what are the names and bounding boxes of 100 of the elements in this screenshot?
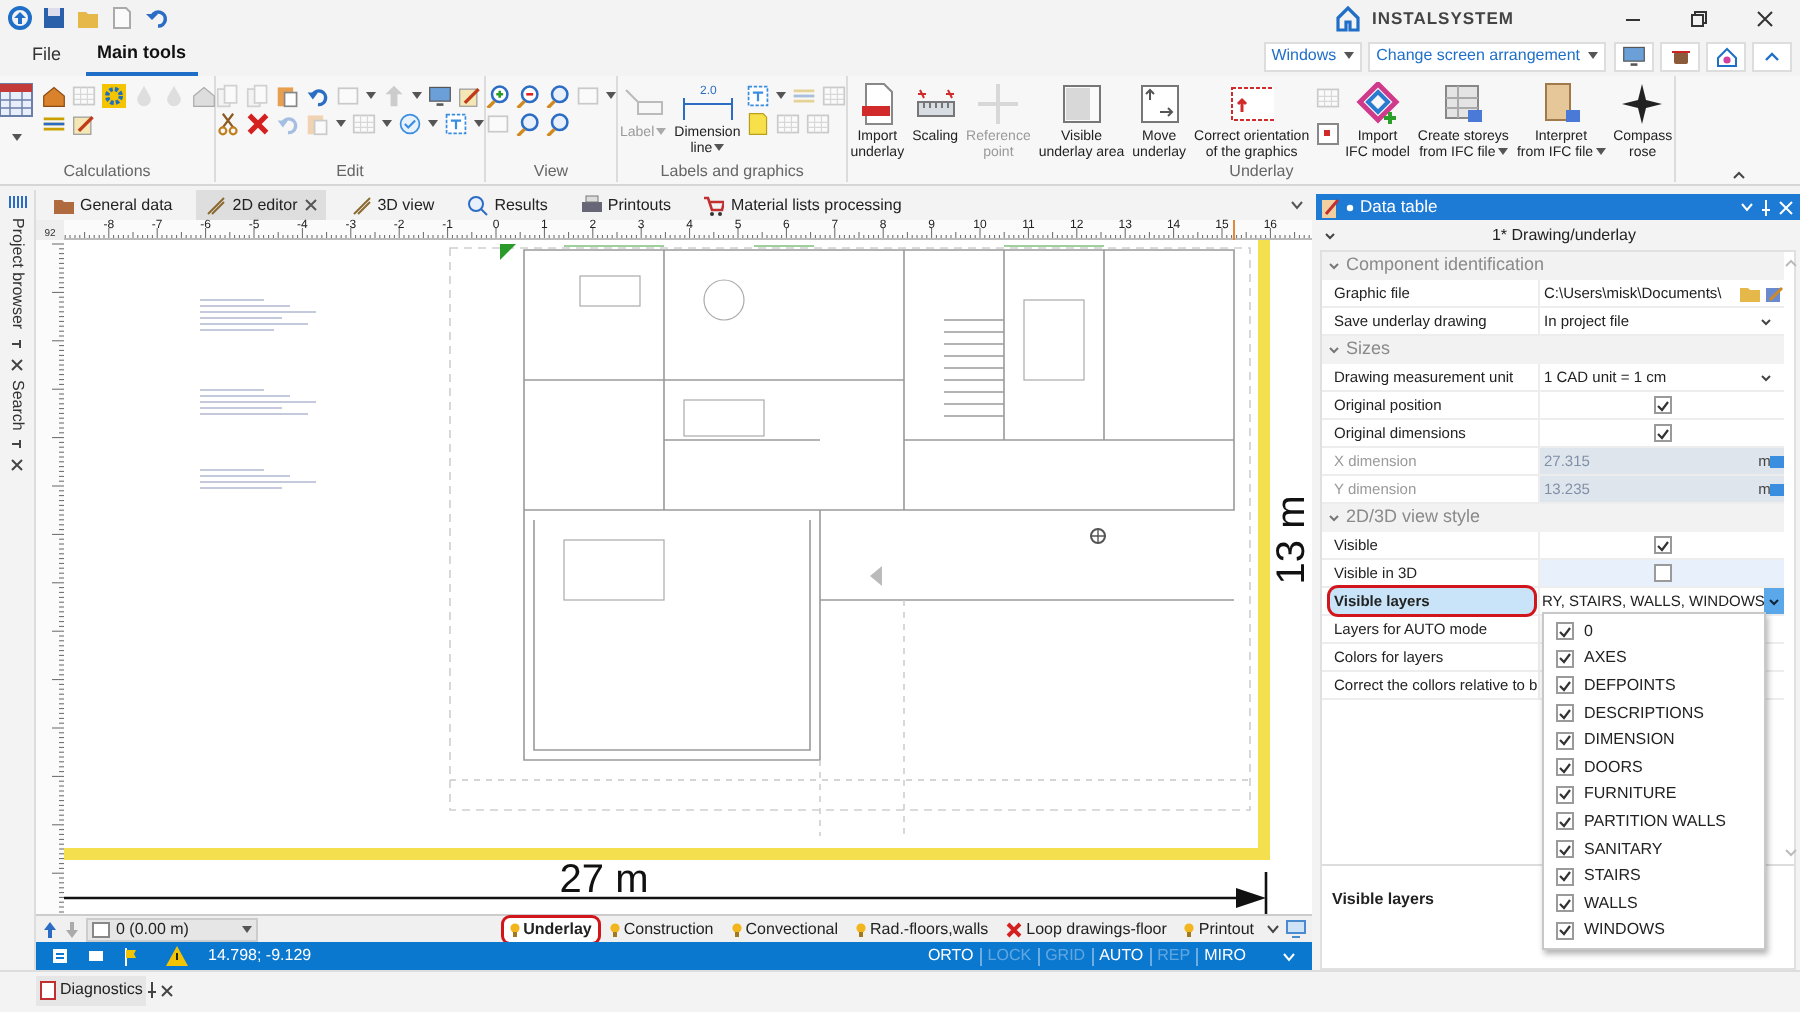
zoom-icon[interactable] — [516, 112, 540, 136]
text-box-icon[interactable] — [444, 112, 468, 136]
caret-icon[interactable] — [474, 120, 484, 128]
checkbox[interactable] — [1653, 536, 1672, 554]
close-icon[interactable] — [160, 983, 175, 997]
drawing-canvas[interactable]: 27 m 13 m — [64, 240, 1312, 914]
document-tab[interactable]: Results — [458, 190, 556, 220]
caret-icon[interactable] — [11, 134, 21, 142]
delete-icon[interactable] — [246, 112, 270, 136]
app-icon[interactable] — [8, 6, 32, 30]
layer-tab[interactable]: Construction — [603, 917, 720, 941]
flag-icon[interactable] — [124, 947, 138, 965]
calculator-icon[interactable] — [0, 82, 34, 118]
text-box-icon[interactable] — [746, 84, 771, 108]
floor-dropdown[interactable]: 0 (0.00 m) — [86, 917, 258, 941]
layout-icon[interactable] — [52, 948, 68, 964]
caret-icon[interactable] — [1344, 52, 1355, 60]
close-icon[interactable] — [303, 198, 318, 212]
save-icon[interactable] — [42, 6, 66, 30]
zoom-icon[interactable] — [546, 84, 570, 108]
layer-tab[interactable]: Convectional — [725, 917, 845, 941]
checkbox[interactable] — [1556, 867, 1574, 886]
zoom-out-icon[interactable] — [516, 84, 540, 108]
checkbox[interactable] — [1556, 731, 1574, 750]
caret-icon[interactable] — [606, 92, 616, 100]
arrangement-dropdown[interactable]: Change screen arrangement — [1368, 41, 1606, 71]
windows-dropdown[interactable]: Windows — [1263, 41, 1363, 71]
dropdown-button[interactable] — [1764, 588, 1785, 614]
checkbox[interactable] — [1556, 758, 1574, 777]
layer-tab[interactable]: Underlay — [503, 917, 598, 941]
checkbox[interactable] — [1556, 812, 1574, 831]
house-icon[interactable] — [42, 84, 66, 108]
mode-toggle[interactable]: ORTO — [927, 944, 974, 968]
menu-tab[interactable]: File — [20, 36, 74, 76]
document-tab[interactable]: Material lists processing — [694, 190, 910, 220]
zoom-in-icon[interactable] — [486, 84, 510, 108]
monitor-icon[interactable] — [1622, 44, 1646, 68]
undo-icon[interactable] — [306, 84, 330, 108]
diagnostics-tab[interactable]: Diagnostics — [36, 975, 147, 1005]
scissors-icon[interactable] — [216, 112, 240, 136]
checkbox[interactable] — [1556, 622, 1574, 641]
tool-button[interactable] — [1660, 41, 1700, 71]
close-icon[interactable] — [10, 357, 24, 372]
lines-icon[interactable] — [42, 112, 66, 136]
pencil-icon[interactable] — [72, 112, 96, 136]
layer-option[interactable]: AXES — [1544, 645, 1764, 673]
layer-option[interactable]: DESCRIPTIONS — [1544, 699, 1764, 727]
checkbox[interactable] — [1653, 396, 1672, 414]
document-tab[interactable]: Printouts — [571, 190, 679, 220]
checkbox[interactable] — [1556, 649, 1574, 668]
caret-icon[interactable] — [1497, 148, 1508, 157]
caret-icon[interactable] — [776, 92, 787, 100]
caret-icon[interactable] — [428, 120, 438, 128]
close-icon[interactable] — [10, 457, 24, 472]
mode-toggle[interactable]: AUTO — [1099, 944, 1144, 968]
side-tab[interactable]: Search — [3, 379, 31, 430]
layer-option[interactable]: STAIRS — [1544, 862, 1764, 890]
gear-icon[interactable] — [102, 84, 126, 108]
document-tab[interactable]: 2D editor — [196, 190, 326, 220]
checkbox[interactable] — [1556, 676, 1574, 695]
caret-icon[interactable] — [1290, 200, 1304, 210]
layer-tab[interactable]: Rad.-floors,walls — [850, 917, 995, 941]
zoom-icon[interactable] — [546, 112, 570, 136]
undo-icon[interactable] — [144, 6, 168, 30]
caret-icon[interactable] — [242, 925, 252, 933]
checkbox[interactable] — [1556, 785, 1574, 804]
caret-icon[interactable] — [1266, 924, 1280, 934]
layer-option[interactable]: DOORS — [1544, 753, 1764, 782]
pin-icon[interactable] — [10, 337, 24, 350]
caret-icon[interactable] — [382, 120, 392, 128]
home-button[interactable] — [1706, 41, 1746, 71]
warning-icon[interactable] — [166, 946, 188, 966]
collapse-button[interactable] — [1752, 41, 1792, 71]
layer-tab[interactable]: Printout — [1178, 917, 1260, 941]
mode-toggle[interactable]: MIRO — [1204, 944, 1246, 968]
caret-icon[interactable] — [366, 92, 376, 100]
arrow-up-icon[interactable] — [42, 919, 58, 939]
monitor-icon[interactable] — [428, 84, 452, 108]
frame-icon[interactable] — [1315, 122, 1340, 146]
checkbox[interactable] — [1653, 564, 1672, 582]
caret-icon[interactable] — [336, 120, 346, 128]
collapse-ribbon-icon[interactable] — [1731, 170, 1746, 180]
clipboard-icon[interactable] — [276, 84, 300, 108]
checkbox[interactable] — [1653, 424, 1672, 442]
display-button[interactable] — [1614, 41, 1654, 71]
caret-icon[interactable] — [412, 92, 422, 100]
pin-icon[interactable] — [146, 982, 159, 998]
layer-option[interactable]: DIMENSION — [1544, 726, 1764, 754]
checkbox[interactable] — [1556, 921, 1574, 940]
layer-option[interactable]: PARTITION WALLS — [1544, 808, 1764, 836]
layer-option[interactable]: 0 — [1544, 618, 1764, 646]
grid-icon[interactable] — [7, 194, 27, 210]
checkbox[interactable] — [1556, 894, 1574, 913]
layer-option[interactable]: WALLS — [1544, 889, 1764, 918]
document-tab[interactable]: 3D view — [341, 190, 443, 220]
pencil-icon[interactable] — [458, 84, 482, 108]
checkbox[interactable] — [1556, 840, 1574, 859]
pin-icon[interactable] — [10, 437, 24, 450]
caret-icon[interactable] — [1324, 231, 1336, 239]
layer-option[interactable]: DEFPOINTS — [1544, 672, 1764, 700]
